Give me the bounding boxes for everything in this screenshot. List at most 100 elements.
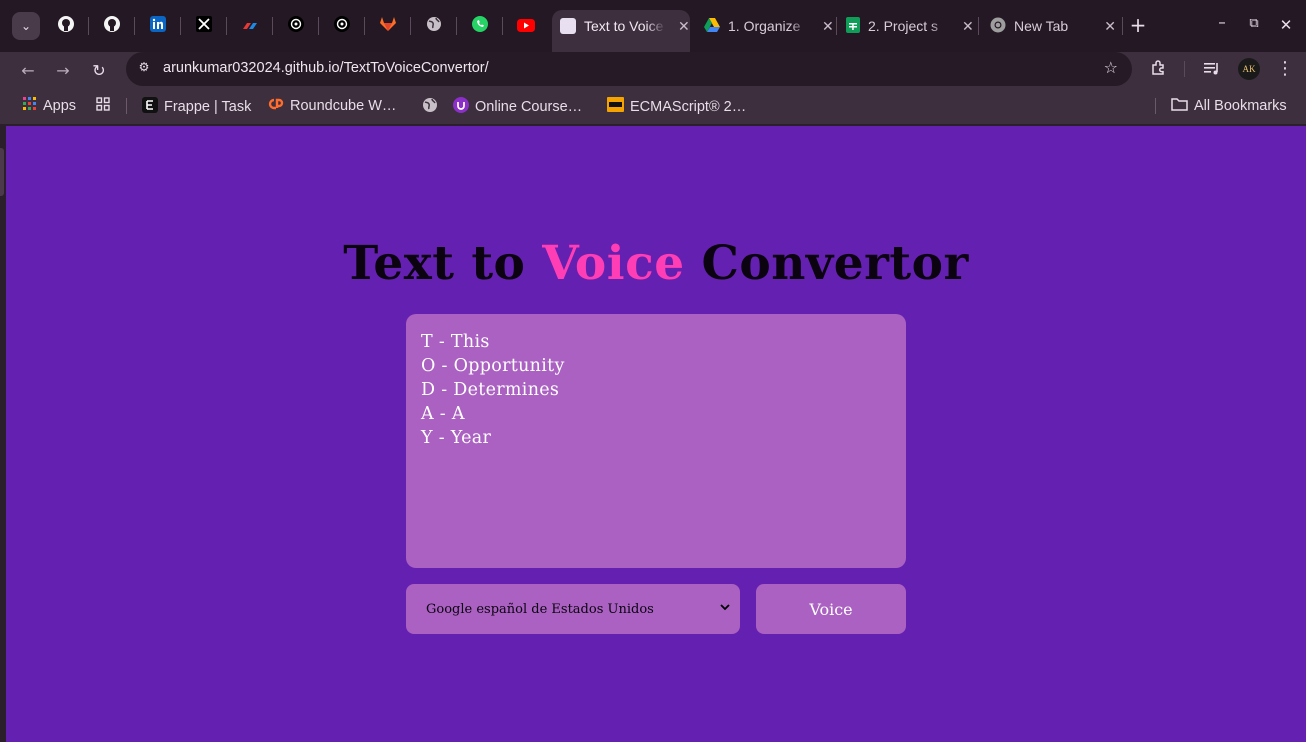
text-line: Y - Year <box>421 428 492 448</box>
voice-button[interactable]: Voice <box>756 584 906 634</box>
bookmark-grid[interactable] <box>96 97 110 115</box>
close-tab-icon[interactable]: ✕ <box>1104 18 1116 35</box>
tab-separator <box>410 17 411 35</box>
title-text-part: Convertor <box>684 236 969 291</box>
back-button[interactable]: ← <box>15 58 41 82</box>
more-menu-icon[interactable]: ⋮ <box>1276 58 1294 79</box>
restore-button[interactable]: ⧉ <box>1244 16 1264 31</box>
chatgpt-icon <box>334 16 350 36</box>
bookmark-apps[interactable]: Apps <box>23 97 76 115</box>
title-text-part: Text to <box>343 236 543 291</box>
pinned-tab-x[interactable] <box>192 14 216 38</box>
tab-text-to-voice[interactable]: Text to Voice Convertor ✕ <box>552 10 690 52</box>
frappe-icon <box>142 97 158 117</box>
text-line: D - Determines <box>421 380 560 400</box>
forward-button[interactable]: → <box>50 58 76 82</box>
google-sheets-icon <box>846 16 860 36</box>
bookmark-separator <box>1155 98 1156 114</box>
pinned-tab-linkedin[interactable] <box>146 14 170 38</box>
tab-search-button[interactable]: ⌄ <box>12 12 40 40</box>
tab-new-tab[interactable]: New Tab ✕ <box>982 10 1116 42</box>
bookmark-label: Online Course… <box>475 99 583 115</box>
profile-avatar[interactable]: AK <box>1238 58 1260 80</box>
tab-separator <box>88 17 89 35</box>
tab-separator <box>502 17 503 35</box>
chevron-down-icon <box>720 600 730 614</box>
cpanel-icon <box>267 97 284 115</box>
close-window-button[interactable]: ✕ <box>1276 16 1296 34</box>
bookmark-roundcube[interactable]: Roundcube W… <box>267 97 396 115</box>
tab-separator <box>134 17 135 35</box>
apps-grid-icon <box>23 97 37 115</box>
folder-icon <box>1171 97 1188 115</box>
close-tab-icon[interactable]: ✕ <box>678 18 690 35</box>
tab-separator <box>180 17 181 35</box>
text-line: A - A <box>421 404 465 424</box>
bookmark-globe[interactable] <box>422 97 438 117</box>
text-input-area[interactable]: T - This O - Opportunity D - Determines … <box>406 314 906 568</box>
tab-separator <box>364 17 365 35</box>
pinned-tab-app[interactable] <box>238 14 262 38</box>
reload-button[interactable]: ↻ <box>86 58 112 82</box>
arrow-left-icon: ← <box>21 60 35 80</box>
linkedin-icon <box>150 16 166 36</box>
pinned-tab-youtube[interactable] <box>514 14 538 38</box>
tab-label: 2. Project s <box>868 18 939 34</box>
page-content: Text to Voice Convertor T - This O - Opp… <box>6 126 1306 742</box>
media-control-icon[interactable] <box>1203 59 1221 81</box>
address-bar[interactable]: ⚙ arunkumar032024.github.io/TextToVoiceC… <box>126 52 1132 86</box>
arrow-right-icon: → <box>56 60 70 80</box>
tab-organize[interactable]: 1. Organize ✕ <box>696 10 834 42</box>
github-icon <box>103 15 121 37</box>
reload-icon: ↻ <box>92 60 106 80</box>
tab-label: Text to Voice Convertor <box>584 18 666 34</box>
pinned-tab-whatsapp[interactable] <box>468 14 492 38</box>
pinned-tab-chatgpt-2[interactable] <box>330 14 354 38</box>
url-text[interactable]: arunkumar032024.github.io/TextToVoiceCon… <box>163 60 489 76</box>
github-icon <box>57 15 75 37</box>
side-panel-handle[interactable] <box>0 148 4 196</box>
pinned-tab-github-2[interactable] <box>100 14 124 38</box>
page-title: Text to Voice Convertor <box>6 236 1306 291</box>
pinned-tab-chatgpt[interactable] <box>284 14 308 38</box>
toolbar-separator <box>1184 61 1185 77</box>
globe-icon <box>422 97 438 117</box>
text-line: T - This <box>421 332 490 352</box>
text-line: O - Opportunity <box>421 356 565 376</box>
tab-separator <box>226 17 227 35</box>
bookmark-frappe[interactable]: Frappe | Task <box>142 97 251 117</box>
tab-separator <box>456 17 457 35</box>
site-info-icon[interactable]: ⚙ <box>136 60 152 76</box>
bookmark-star-icon[interactable]: ☆ <box>1104 58 1118 77</box>
tab-separator <box>272 17 273 35</box>
grid-icon <box>96 97 110 115</box>
title-highlight: Voice <box>542 236 685 291</box>
bookmark-online-course[interactable]: Online Course… <box>453 97 582 117</box>
extensions-icon[interactable] <box>1150 59 1168 81</box>
globe-icon <box>426 16 442 36</box>
tab-separator <box>978 17 979 35</box>
minimize-button[interactable]: – <box>1212 13 1232 31</box>
bookmark-separator <box>126 98 127 114</box>
whatsapp-icon <box>471 15 489 37</box>
pinned-tab-gitlab[interactable] <box>376 14 400 38</box>
pinned-tab-github[interactable] <box>54 14 78 38</box>
bookmark-label: Apps <box>43 98 77 114</box>
voice-select-value: Google español de Estados Unidos <box>426 601 654 617</box>
pinned-tab-globe[interactable] <box>422 14 446 38</box>
tab-separator <box>318 17 319 35</box>
youtube-icon <box>517 17 535 36</box>
tab-strip: ⌄ Text to Voice Convertor <box>0 0 1306 52</box>
tab-separator <box>836 17 837 35</box>
gitlab-icon <box>379 16 397 36</box>
new-tab-button[interactable]: + <box>1128 13 1148 37</box>
bookmark-label: Roundcube W… <box>290 98 397 114</box>
close-tab-icon[interactable]: ✕ <box>962 18 974 35</box>
close-tab-icon[interactable]: ✕ <box>822 18 834 35</box>
tab-separator <box>1122 17 1123 35</box>
all-bookmarks-button[interactable]: All Bookmarks <box>1171 97 1287 115</box>
tab-project[interactable]: 2. Project s ✕ <box>838 10 978 42</box>
bookmark-ecmascript[interactable]: ECMAScript® 2… <box>607 97 746 116</box>
voice-select[interactable]: Google español de Estados Unidos <box>406 584 740 634</box>
page-favicon-icon <box>560 18 576 34</box>
